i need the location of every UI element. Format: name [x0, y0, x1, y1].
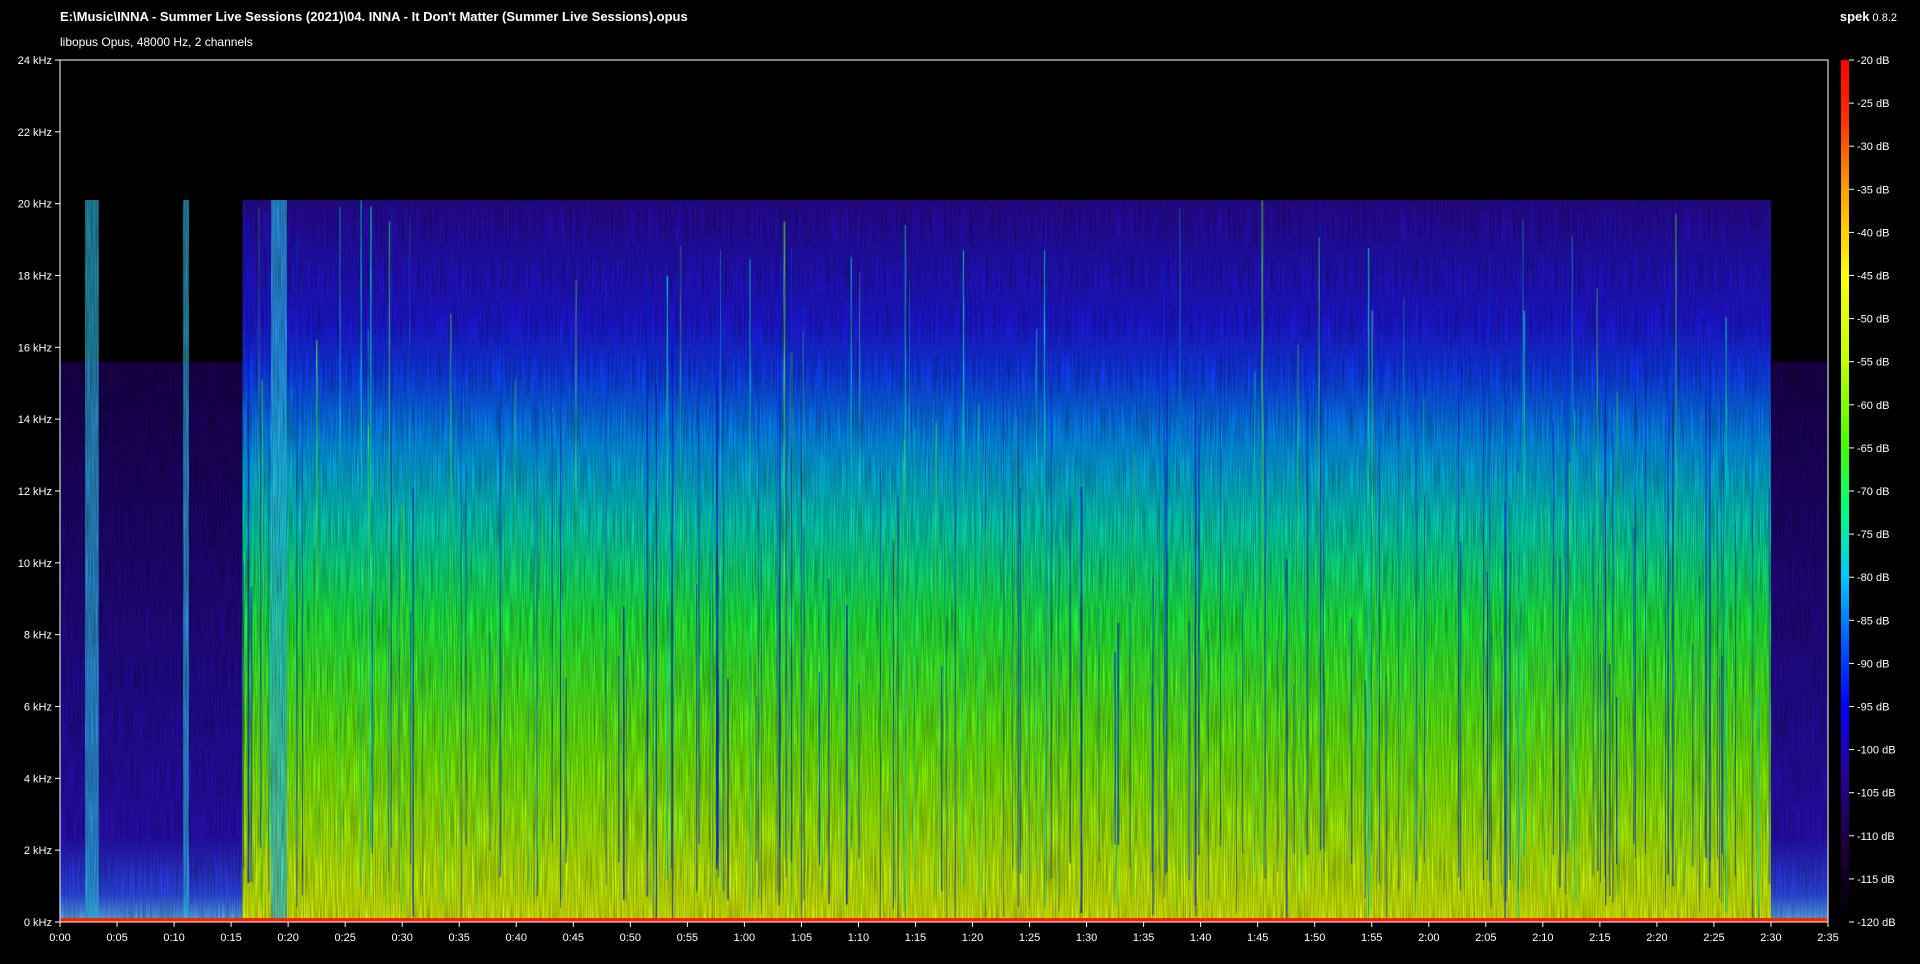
y-tick-label: 12 kHz [18, 486, 52, 498]
time-axis: 0:00 0:05 0:10 0:15 0:20 0:25 0:30 0:35 0:40 0:45… [49, 922, 1839, 944]
y-tick-label: 18 kHz [18, 271, 52, 283]
x-tick-label: 1:40 [1190, 932, 1211, 944]
x-tick-label: 2:15 [1589, 932, 1610, 944]
x-tick-label: 0:05 [106, 932, 127, 944]
y-tick-label: 2 kHz [24, 845, 52, 857]
colorbar-tick-label: -20 dB [1857, 55, 1889, 67]
x-tick-label: 2:05 [1475, 932, 1496, 944]
colorbar-tick-label: -65 dB [1857, 443, 1889, 455]
colorbar-tick-label: -115 dB [1857, 874, 1895, 886]
spectrogram-chart: 0 kHz 2 kHz 4 kHz 6 kHz 8 kHz 10 kHz 12 kHz 14 … [18, 55, 1896, 944]
colorbar-tick-label: -90 dB [1857, 658, 1889, 670]
x-tick-label: 0:40 [506, 932, 527, 944]
y-tick-label: 8 kHz [24, 630, 52, 642]
x-tick-label: 0:00 [49, 932, 70, 944]
x-tick-label: 1:15 [905, 932, 926, 944]
colorbar-tick-label: -25 dB [1857, 98, 1889, 110]
colorbar-tick-label: -105 dB [1857, 788, 1896, 800]
y-tick-label: 6 kHz [24, 702, 52, 714]
x-tick-label: 1:25 [1019, 932, 1040, 944]
x-tick-label: 0:30 [391, 932, 412, 944]
colorbar-tick-label: -110 dB [1857, 831, 1895, 843]
low-frequency-band [60, 918, 1828, 922]
colorbar-tick-label: -45 dB [1857, 271, 1889, 283]
x-tick-label: 1:30 [1076, 932, 1097, 944]
noise-texture [60, 200, 1828, 922]
colorbar-tick-label: -75 dB [1857, 529, 1889, 541]
x-tick-label: 0:45 [563, 932, 584, 944]
x-tick-label: 0:15 [220, 932, 241, 944]
x-tick-label: 1:50 [1304, 932, 1325, 944]
x-tick-label: 1:05 [791, 932, 812, 944]
colorbar-tick-label: -120 dB [1857, 917, 1896, 929]
x-tick-label: 1:55 [1361, 932, 1382, 944]
x-tick-label: 0:20 [277, 932, 298, 944]
colorbar-tick-label: -85 dB [1857, 615, 1889, 627]
y-tick-label: 22 kHz [18, 127, 52, 139]
x-tick-label: 2:00 [1418, 932, 1439, 944]
y-tick-label: 16 kHz [18, 342, 52, 354]
colorbar-tick-label: -80 dB [1857, 572, 1889, 584]
colorbar-axis: -20 dB -25 dB -30 dB -35 dB -40 dB -45 dB -50 … [1849, 55, 1896, 929]
x-tick-label: 1:20 [962, 932, 983, 944]
x-tick-label: 0:25 [334, 932, 355, 944]
x-tick-label: 2:20 [1646, 932, 1667, 944]
y-tick-label: 14 kHz [18, 414, 52, 426]
x-tick-label: 0:35 [449, 932, 470, 944]
colorbar-tick-label: -70 dB [1857, 486, 1889, 498]
x-tick-label: 2:25 [1703, 932, 1724, 944]
y-tick-label: 0 kHz [24, 917, 52, 929]
frequency-axis: 0 kHz 2 kHz 4 kHz 6 kHz 8 kHz 10 kHz 12 kHz 14 … [18, 55, 60, 929]
colorbar-tick-label: -35 dB [1857, 184, 1889, 196]
x-tick-label: 2:10 [1532, 932, 1553, 944]
x-tick-label: 0:55 [677, 932, 698, 944]
colorbar-tick-label: -55 dB [1857, 357, 1889, 369]
colorbar-tick-label: -100 dB [1857, 745, 1896, 757]
colorbar-tick-label: -30 dB [1857, 141, 1889, 153]
y-tick-label: 10 kHz [18, 558, 52, 570]
x-tick-label: 2:30 [1760, 932, 1781, 944]
x-tick-label: 1:10 [848, 932, 869, 944]
colorbar [1841, 60, 1849, 922]
colorbar-tick-label: -95 dB [1857, 702, 1889, 714]
x-tick-label: 1:45 [1247, 932, 1268, 944]
x-tick-label: 0:50 [620, 932, 641, 944]
colorbar-tick-label: -40 dB [1857, 227, 1889, 239]
colorbar-tick-label: -50 dB [1857, 314, 1889, 326]
colorbar-tick-label: -60 dB [1857, 400, 1889, 412]
x-tick-label: 0:10 [163, 932, 184, 944]
spectrogram-plot [60, 200, 1828, 922]
y-tick-label: 20 kHz [18, 199, 52, 211]
x-tick-label: 2:35 [1817, 932, 1838, 944]
x-tick-label: 1:35 [1133, 932, 1154, 944]
x-tick-label: 1:00 [734, 932, 755, 944]
y-tick-label: 24 kHz [18, 55, 52, 67]
y-tick-label: 4 kHz [24, 773, 52, 785]
